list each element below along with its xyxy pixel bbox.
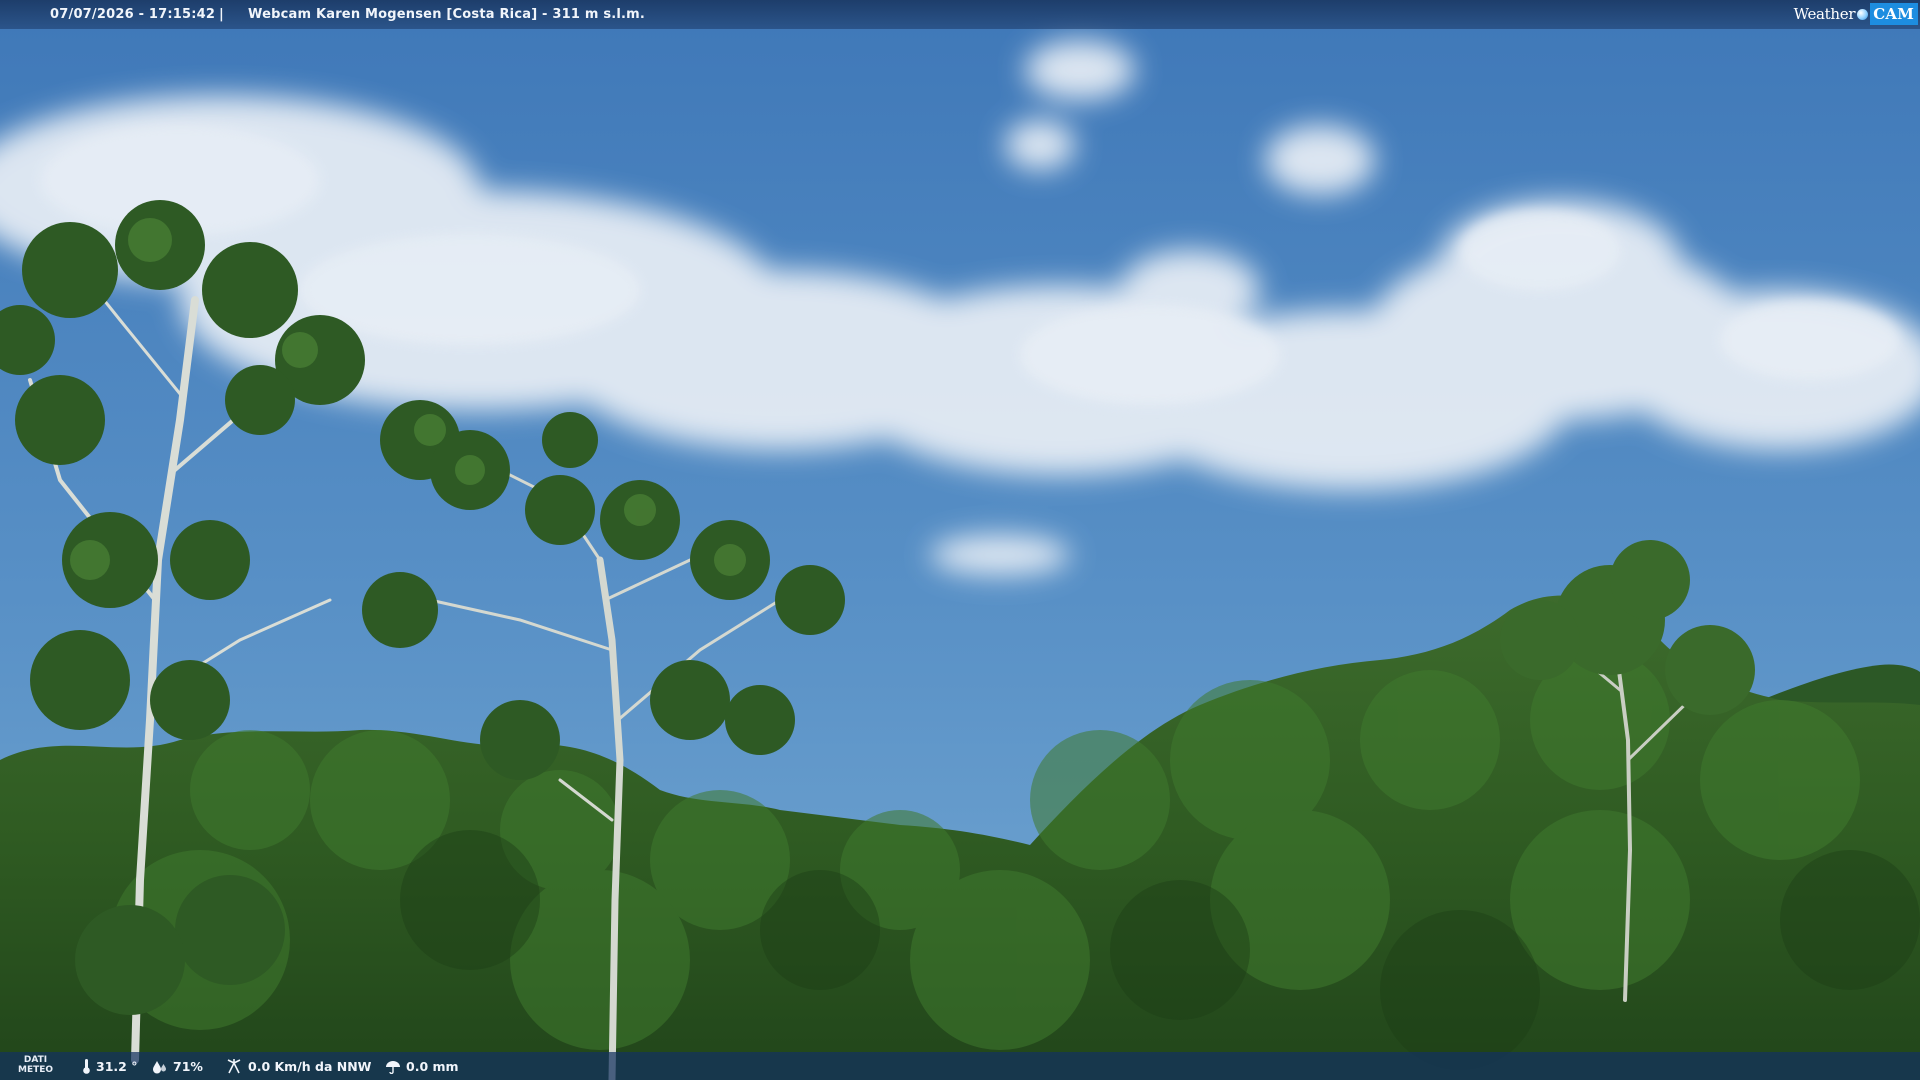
wind-icon — [226, 1059, 243, 1074]
weathercam-logo: Weather CAM — [1794, 1, 1918, 27]
wind-reading: 0.0 Km/h da NNW — [226, 1059, 371, 1074]
separator: | — [219, 7, 224, 22]
top-overlay-bar: 07/07/2026 - 17:15:42 | Webcam Karen Mog… — [0, 0, 1920, 29]
timestamp: 07/07/2026 - 17:15:42 — [50, 7, 216, 22]
temperature-reading: 31.2 ° — [82, 1059, 137, 1074]
webcam-frame: 07/07/2026 - 17:15:42 | Webcam Karen Mog… — [0, 0, 1920, 1080]
temperature-value: 31.2 ° — [96, 1059, 138, 1074]
meteo-label-line2: METEO — [18, 1065, 54, 1075]
meteo-data-bar: DATI METEO 31.2 ° 71% 0.0 Km/h da NNW 0.… — [0, 1052, 1920, 1080]
umbrella-icon — [385, 1060, 401, 1074]
logo-weather-text: Weather — [1793, 5, 1856, 23]
meteo-label-line1: DATI — [23, 1055, 48, 1065]
rain-reading: 0.0 mm — [385, 1059, 459, 1074]
logo-ball-icon — [1857, 8, 1869, 20]
humidity-reading: 71% — [152, 1059, 203, 1074]
thermometer-icon — [82, 1059, 91, 1074]
logo-cam-text: CAM — [1870, 3, 1918, 25]
meteo-label: DATI METEO — [18, 1055, 53, 1075]
webcam-title: Webcam Karen Mogensen [Costa Rica] - 311… — [248, 7, 646, 22]
rain-value: 0.0 mm — [406, 1059, 459, 1074]
humidity-value: 71% — [173, 1059, 203, 1074]
wind-value: 0.0 Km/h da NNW — [248, 1059, 372, 1074]
droplet-icon — [152, 1060, 168, 1074]
webcam-image — [0, 0, 1920, 1080]
